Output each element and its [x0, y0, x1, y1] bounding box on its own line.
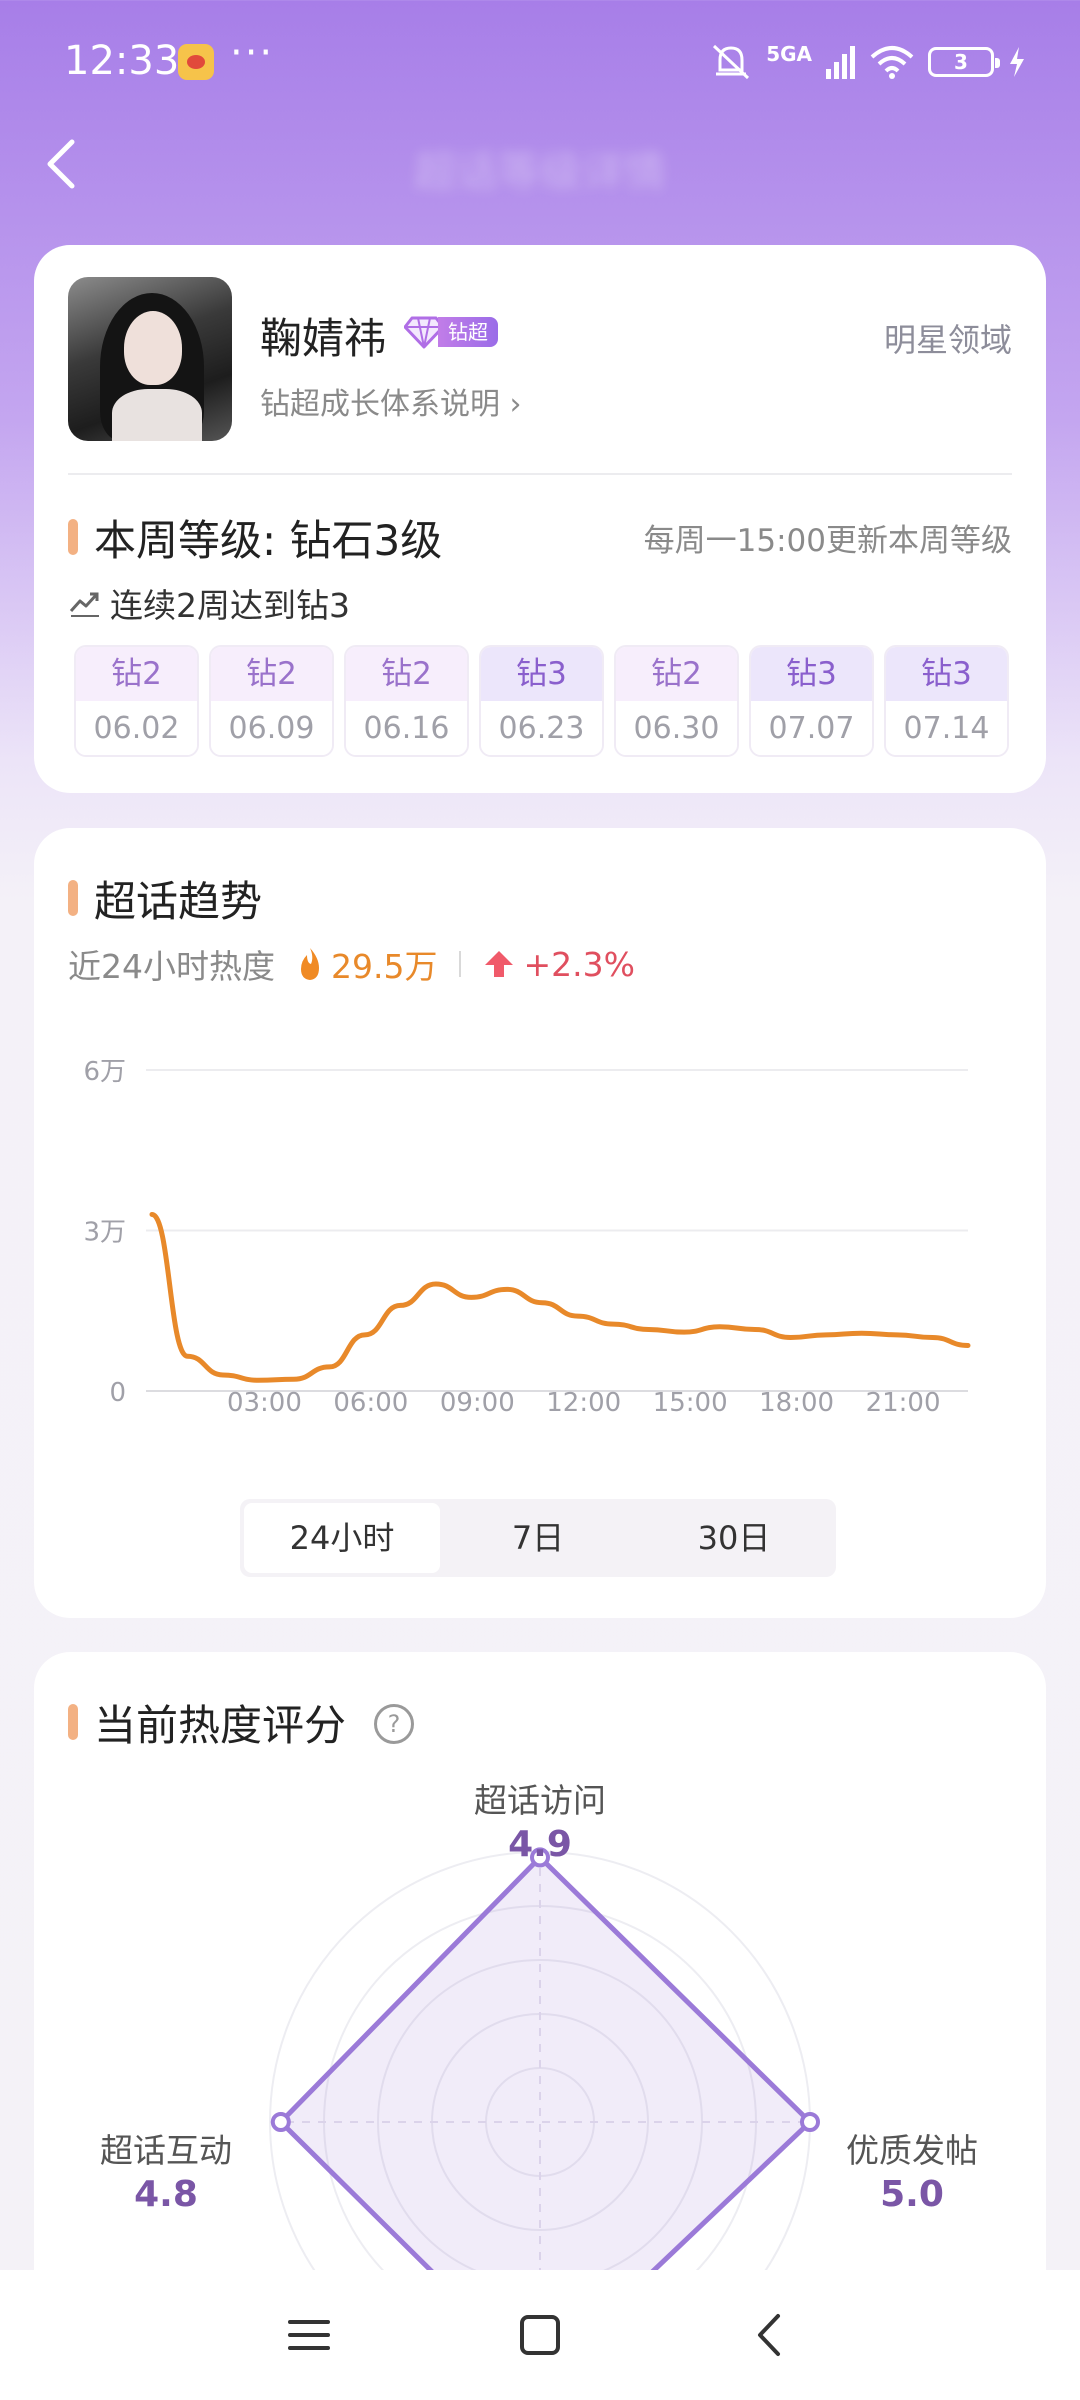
status-time: 12:33 — [64, 38, 180, 84]
weibo-notification-icon — [178, 44, 214, 80]
radar-label-visits: 超话访问 — [474, 1781, 606, 1820]
week-item: 钻3 07.14 — [884, 645, 1009, 757]
week-date: 06.30 — [616, 701, 737, 755]
radar-value-interaction: 4.8 — [134, 2174, 198, 2215]
week-date: 07.14 — [886, 701, 1007, 755]
section-marker — [68, 880, 78, 916]
level-card: 鞠婧祎 钻超 钻超成长体系说明 › 明星领域 本周等级: 钻石3级 每周一15:… — [34, 245, 1046, 793]
series-line — [149, 1211, 971, 1383]
week-date: 06.02 — [76, 701, 197, 755]
x-tick-label: 18:00 — [759, 1388, 834, 1418]
y-tick-label: 3万 — [83, 1218, 126, 1248]
trend-up-icon — [69, 592, 99, 617]
menu-icon[interactable] — [274, 2300, 344, 2370]
status-more: ··· — [230, 30, 275, 76]
tab-7d[interactable]: 7日 — [440, 1503, 636, 1573]
week-date: 07.07 — [751, 701, 872, 755]
avatar[interactable] — [68, 277, 232, 441]
divider — [68, 473, 1012, 475]
week-item: 钻2 06.16 — [344, 645, 469, 757]
section-marker — [68, 519, 78, 555]
radar-label-posts: 优质发帖 — [846, 2131, 978, 2170]
zhichao-badge: 钻超 — [404, 315, 498, 349]
network-label: 5GA — [766, 42, 812, 66]
week-item: 钻3 06.23 — [479, 645, 604, 757]
system-nav-bar — [0, 2270, 1080, 2400]
domain-label: 明星领域 — [883, 321, 1012, 359]
week-level-tag: 钻3 — [481, 647, 602, 701]
page-title: 超话等级详情 — [413, 147, 666, 196]
wifi-icon — [870, 46, 914, 79]
heat-summary: 近24小时热度 29.5万 +2.3% — [68, 940, 635, 988]
back-nav-icon[interactable] — [736, 2300, 806, 2370]
fire-icon — [301, 948, 319, 980]
week-date: 06.23 — [481, 701, 602, 755]
week-item: 钻2 06.09 — [209, 645, 334, 757]
arrow-up-icon — [485, 951, 514, 977]
week-date: 06.16 — [346, 701, 467, 755]
range-tabs: 24小时 7日 30日 — [240, 1499, 836, 1577]
home-icon[interactable] — [505, 2300, 575, 2370]
tab-24h[interactable]: 24小时 — [244, 1503, 440, 1573]
x-tick-label: 12:00 — [546, 1388, 621, 1418]
radar-value-posts: 5.0 — [880, 2174, 944, 2215]
battery-icon: 3 — [928, 47, 1000, 77]
streak-text: 连续2周达到钻3 — [110, 586, 350, 625]
week-level-tag: 钻3 — [751, 647, 872, 701]
badge-label: 钻超 — [438, 317, 498, 347]
growth-system-link[interactable]: 钻超成长体系说明 › — [260, 379, 522, 423]
week-item: 钻3 07.07 — [749, 645, 874, 757]
user-name: 鞠婧祎 — [260, 314, 387, 363]
week-level-tag: 钻2 — [76, 647, 197, 701]
trend-title: 超话趋势 — [94, 877, 263, 926]
charging-icon — [1010, 47, 1024, 77]
tab-30d[interactable]: 30日 — [636, 1503, 832, 1573]
week-level-tag: 钻3 — [886, 647, 1007, 701]
radar-value-visits: 4.9 — [508, 1824, 572, 1865]
trend-card: 超话趋势 近24小时热度 29.5万 +2.3% 0 3万 6万 03:00 06:00… — [34, 828, 1046, 1618]
week-level-title: 本周等级: 钻石3级 — [94, 516, 443, 565]
week-item: 钻2 06.02 — [74, 645, 199, 757]
status-bar: 12:33 ··· 5GA 3 — [0, 0, 1080, 120]
radar-label-interaction: 超话互动 — [100, 2131, 232, 2170]
battery-level: 3 — [954, 50, 968, 74]
heat-change: +2.3% — [523, 944, 635, 984]
y-tick-label: 6万 — [83, 1057, 126, 1087]
mute-icon — [713, 44, 750, 80]
signal-icon — [826, 46, 855, 79]
trend-chart: 0 3万 6万 03:00 06:00 09:00 12:00 15:00 18:00 21:00 — [83, 1057, 971, 1418]
status-icons: 5GA 3 — [710, 40, 1026, 84]
week-level-tag: 钻2 — [346, 647, 467, 701]
week-date: 06.09 — [211, 701, 332, 755]
heat-value: 29.5万 — [331, 947, 438, 986]
x-tick-label: 06:00 — [333, 1388, 408, 1418]
heat-label: 近24小时热度 — [68, 947, 275, 986]
x-tick-label: 21:00 — [866, 1388, 941, 1418]
x-tick-label: 03:00 — [227, 1388, 302, 1418]
weekly-history: 钻2 06.02 钻2 06.09 钻2 06.16 钻3 06.23 钻2 0… — [74, 645, 1009, 757]
update-note: 每周一15:00更新本周等级 — [643, 523, 1012, 559]
week-level-tag: 钻2 — [616, 647, 737, 701]
x-tick-label: 09:00 — [440, 1388, 515, 1418]
x-tick-label: 15:00 — [653, 1388, 728, 1418]
y-tick-label: 0 — [109, 1378, 126, 1408]
week-level-tag: 钻2 — [211, 647, 332, 701]
separator — [459, 951, 462, 977]
week-item: 钻2 06.30 — [614, 645, 739, 757]
